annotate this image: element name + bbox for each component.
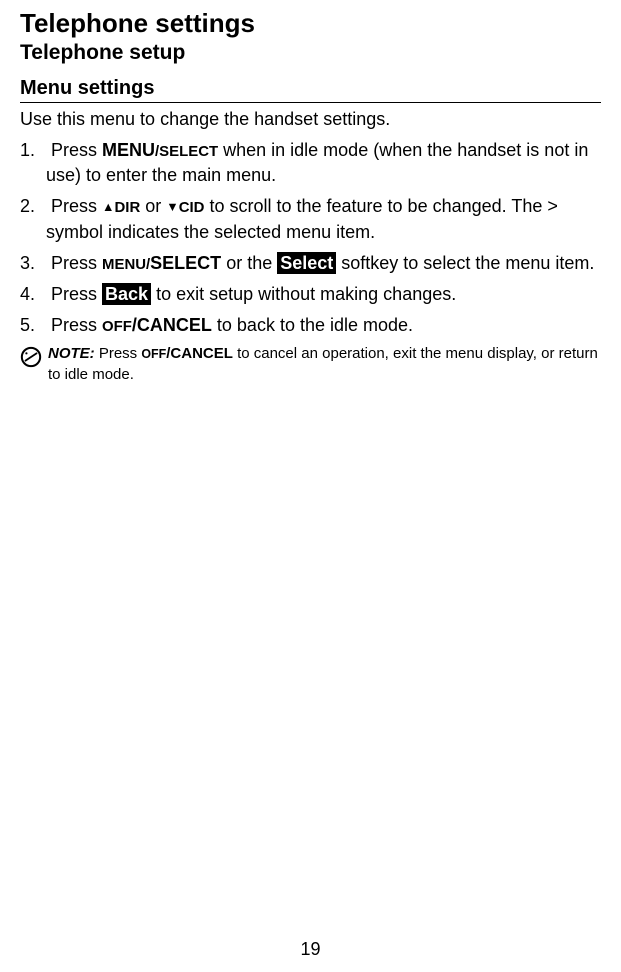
- page-subtitle: Telephone setup: [20, 41, 601, 65]
- up-triangle-icon: ▲: [102, 200, 114, 214]
- note-block: NOTE: Press OFF/CANCEL to cancel an oper…: [20, 344, 601, 385]
- step1-key-bold: MENU: [102, 140, 155, 160]
- step3-or-the: or the: [221, 253, 277, 273]
- step-5: Press OFF/CANCEL to back to the idle mod…: [20, 313, 601, 338]
- step5-prefix: Press: [51, 315, 102, 335]
- step3-key-bold: SELECT: [150, 253, 221, 273]
- step-4: Press Back to exit setup without making …: [20, 282, 601, 307]
- note-key-bold: /CANCEL: [166, 345, 233, 362]
- cid-label: CID: [179, 199, 205, 216]
- note-text: NOTE: Press OFF/CANCEL to cancel an oper…: [48, 344, 601, 385]
- section-heading: Menu settings: [20, 77, 601, 103]
- step-2: Press ▲DIR or ▼CID to scroll to the feat…: [20, 194, 601, 244]
- steps-list: Press MENU/SELECT when in idle mode (whe…: [20, 138, 601, 338]
- step2-or: or: [140, 196, 166, 216]
- step1-prefix: Press: [51, 140, 102, 160]
- step4-prefix: Press: [51, 284, 102, 304]
- step3-prefix: Press: [51, 253, 102, 273]
- note-icon: [20, 346, 42, 368]
- page-title: Telephone settings: [20, 8, 601, 39]
- step5-suffix: to back to the idle mode.: [212, 315, 413, 335]
- back-softkey: Back: [102, 283, 151, 305]
- note-before: Press: [95, 345, 142, 362]
- step-1: Press MENU/SELECT when in idle mode (whe…: [20, 138, 601, 188]
- step4-suffix: to exit setup without making changes.: [151, 284, 456, 304]
- note-label: NOTE:: [48, 345, 95, 362]
- intro-text: Use this menu to change the handset sett…: [20, 109, 601, 130]
- step5-key-bold: /CANCEL: [132, 315, 212, 335]
- down-triangle-icon: ▼: [166, 200, 178, 214]
- note-key-small: OFF: [141, 347, 166, 361]
- step1-key-small: /SELECT: [155, 143, 218, 160]
- dir-label: DIR: [115, 199, 141, 216]
- step3-key-small: MENU/: [102, 256, 150, 273]
- step3-suffix: softkey to select the menu item.: [336, 253, 594, 273]
- step-3: Press MENU/SELECT or the Select softkey …: [20, 251, 601, 276]
- page-number: 19: [300, 939, 320, 960]
- step2-prefix: Press: [51, 196, 102, 216]
- step5-key-small: OFF: [102, 318, 132, 335]
- select-softkey: Select: [277, 252, 336, 274]
